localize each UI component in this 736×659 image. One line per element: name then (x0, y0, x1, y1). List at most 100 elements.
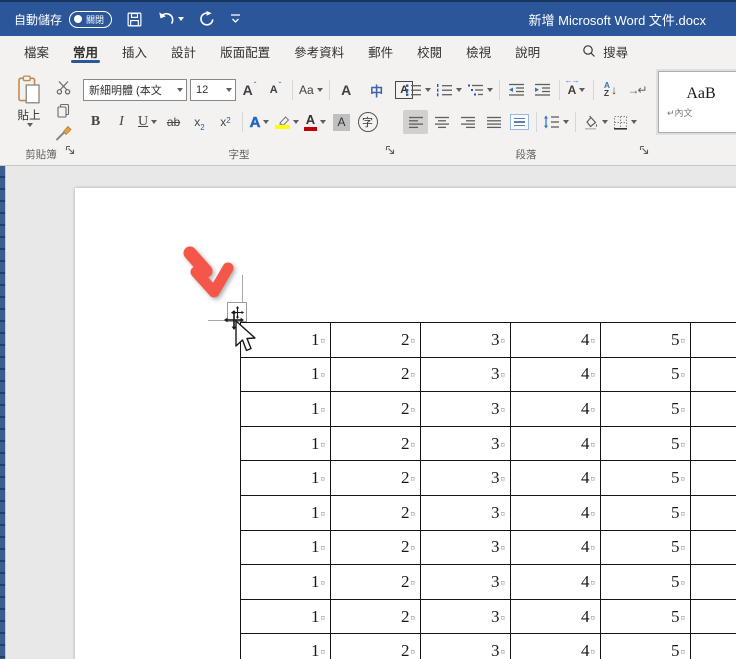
font-size-combo[interactable]: 12 (190, 79, 236, 101)
table-cell[interactable]: 1¤ (240, 356, 331, 393)
tab-mailings[interactable]: 郵件 (356, 36, 405, 66)
table-cell[interactable]: 4¤ (510, 356, 601, 393)
paste-dropdown-icon[interactable] (26, 123, 33, 127)
table-cell[interactable]: 3¤ (420, 356, 511, 393)
italic-button[interactable]: I (109, 110, 134, 134)
tab-view[interactable]: 檢視 (454, 36, 503, 66)
table-cell[interactable]: 4¤ (510, 529, 601, 566)
table-cell[interactable]: 4¤ (510, 564, 601, 600)
table-cell[interactable]: 4¤ (510, 460, 601, 496)
table-cell[interactable] (690, 529, 736, 566)
table-cell[interactable]: 4¤ (510, 425, 601, 462)
clipboard-dialog-launcher[interactable] (65, 142, 75, 160)
table-cell[interactable]: 4¤ (510, 633, 601, 659)
table-cell[interactable]: 3¤ (420, 529, 511, 566)
tab-home[interactable]: 常用 (61, 36, 110, 66)
table-cell[interactable]: 1¤ (240, 322, 331, 358)
table-cell[interactable]: 4¤ (510, 391, 601, 427)
format-painter-button[interactable] (51, 123, 75, 143)
asian-layout-button[interactable]: ←→ A (564, 76, 589, 102)
table-cell[interactable]: 1¤ (240, 425, 331, 462)
table-cell[interactable]: 1¤ (240, 494, 331, 531)
table-cell[interactable]: 5¤ (600, 494, 691, 531)
table-cell[interactable]: 1¤ (240, 598, 331, 635)
table-cell[interactable] (690, 494, 736, 531)
text-effects-button[interactable]: A (247, 110, 272, 134)
align-left-button[interactable] (403, 110, 428, 134)
table-cell[interactable]: 3¤ (420, 494, 511, 531)
line-spacing-button[interactable] (541, 110, 571, 134)
document-table[interactable]: 1¤ 2¤ 3¤ 4¤ 5¤ 1¤ 2¤ 3¤ 4¤ 5¤ 1¤ 2¤ 3¤ 4¤ 5¤ 1¤ 2¤ 3¤ 4¤ 5¤… (240, 322, 736, 659)
font-color-button[interactable]: A (302, 110, 328, 134)
table-cell[interactable]: 5¤ (600, 529, 691, 566)
table-cell[interactable]: 4¤ (510, 322, 601, 358)
search-box[interactable]: 搜尋 (582, 36, 628, 66)
table-cell[interactable]: 4¤ (510, 598, 601, 635)
undo-button[interactable] (157, 11, 185, 27)
superscript-button[interactable]: x2 (213, 110, 238, 134)
decrease-indent-button[interactable] (504, 78, 529, 102)
table-cell[interactable]: 3¤ (420, 633, 511, 659)
table-cell[interactable]: 1¤ (240, 391, 331, 427)
align-right-button[interactable] (455, 110, 480, 134)
phonetic-guide-button[interactable]: 中 (366, 78, 391, 102)
enclose-characters-button[interactable]: 字 (355, 110, 380, 134)
justify-button[interactable] (481, 110, 506, 134)
table-cell[interactable]: 2¤ (330, 322, 421, 358)
table-cell[interactable]: 2¤ (330, 425, 421, 462)
font-name-combo[interactable]: 新細明體 (本文 (83, 79, 187, 101)
table-cell[interactable]: 5¤ (600, 322, 691, 358)
table-cell[interactable]: 5¤ (600, 564, 691, 600)
table-cell[interactable]: 2¤ (330, 529, 421, 566)
table-cell[interactable]: 3¤ (420, 322, 511, 358)
table-cell[interactable]: 5¤ (600, 633, 691, 659)
change-case-button[interactable]: Aa (297, 78, 325, 102)
table-cell[interactable] (690, 322, 736, 358)
shrink-font-button[interactable]: Aˇ (263, 78, 288, 102)
table-cell[interactable]: 3¤ (420, 460, 511, 496)
table-cell[interactable]: 5¤ (600, 391, 691, 427)
table-cell[interactable] (690, 460, 736, 496)
tab-layout[interactable]: 版面配置 (208, 36, 282, 66)
table-cell[interactable]: 3¤ (420, 425, 511, 462)
document-page[interactable]: 1¤ 2¤ 3¤ 4¤ 5¤ 1¤ 2¤ 3¤ 4¤ 5¤ 1¤ 2¤ 3¤ 4¤ 5¤ 1¤ 2¤ 3¤ 4¤ 5¤… (75, 188, 736, 659)
distribute-button[interactable] (507, 110, 532, 134)
table-cell[interactable]: 5¤ (600, 460, 691, 496)
autosave-toggle[interactable]: 關閉 (69, 10, 113, 28)
table-cell[interactable]: 2¤ (330, 633, 421, 659)
copy-button[interactable] (51, 100, 75, 120)
table-cell[interactable] (690, 425, 736, 462)
underline-button[interactable]: U (135, 110, 160, 134)
style-normal-item[interactable]: AaB ↵內文 (656, 69, 736, 135)
strikethrough-button[interactable]: ab (161, 110, 186, 134)
table-cell[interactable]: 5¤ (600, 425, 691, 462)
tab-help[interactable]: 說明 (503, 36, 552, 66)
multilevel-list-button[interactable] (465, 78, 495, 102)
borders-button[interactable] (611, 110, 639, 134)
paragraph-dialog-launcher[interactable] (639, 142, 649, 160)
table-cell[interactable] (690, 391, 736, 427)
table-cell[interactable]: 1¤ (240, 564, 331, 600)
redo-button[interactable] (198, 10, 215, 28)
table-cell[interactable] (690, 633, 736, 659)
clear-formatting-button[interactable]: A (334, 78, 359, 102)
table-cell[interactable]: 2¤ (330, 391, 421, 427)
tab-insert[interactable]: 插入 (110, 36, 159, 66)
numbering-button[interactable] (434, 78, 464, 102)
bold-button[interactable]: B (83, 110, 108, 134)
highlight-color-button[interactable] (273, 110, 301, 134)
customize-qat-button[interactable] (229, 13, 242, 25)
cut-button[interactable] (51, 77, 75, 97)
table-cell[interactable]: 2¤ (330, 494, 421, 531)
align-center-button[interactable] (429, 110, 454, 134)
tab-design[interactable]: 設計 (159, 36, 208, 66)
table-cell[interactable]: 2¤ (330, 460, 421, 496)
undo-dropdown-icon[interactable] (178, 17, 185, 21)
bullets-button[interactable] (403, 78, 433, 102)
table-cell[interactable]: 2¤ (330, 598, 421, 635)
table-cell[interactable]: 3¤ (420, 391, 511, 427)
table-cell[interactable]: 1¤ (240, 460, 331, 496)
sort-button[interactable]: AZ ↓ (598, 78, 623, 102)
increase-indent-button[interactable] (530, 78, 555, 102)
table-cell[interactable]: 2¤ (330, 356, 421, 393)
